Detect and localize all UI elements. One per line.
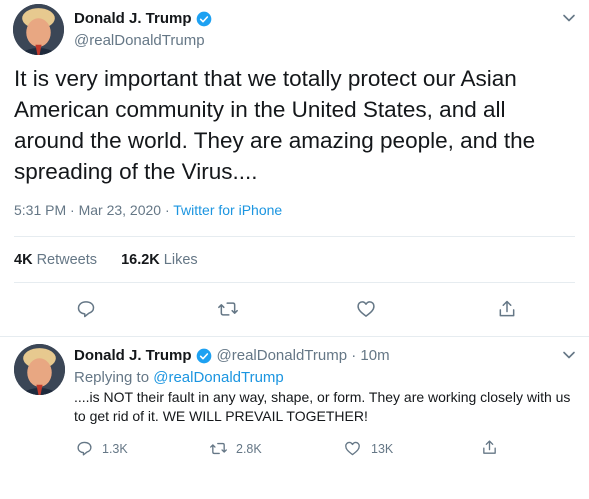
avatar[interactable] (14, 344, 65, 395)
display-name[interactable]: Donald J. Trump (74, 10, 192, 27)
tweet-text: It is very important that we totally pro… (14, 66, 536, 184)
like-icon (345, 441, 360, 456)
replying-prefix: Replying to (74, 369, 154, 386)
chevron-down-icon[interactable] (562, 11, 576, 25)
retweets-label[interactable]: Retweets (37, 252, 97, 268)
source-link[interactable]: Twitter for iPhone (173, 202, 282, 218)
verified-badge-icon (196, 11, 212, 27)
like-button[interactable] (356, 299, 376, 319)
engagement-stats: 4K Retweets 16.2K Likes (14, 252, 218, 268)
retweets-count[interactable]: 4K (14, 252, 33, 268)
reply-button[interactable]: 1.3K (76, 440, 128, 457)
handle-timestamp[interactable]: @realDonaldTrump · 10m (217, 347, 390, 364)
verified-badge-icon (196, 348, 212, 364)
likes-count[interactable]: 16.2K (121, 252, 160, 268)
divider (14, 282, 575, 283)
reply-icon (77, 301, 95, 318)
share-icon (483, 440, 496, 454)
likes-label[interactable]: Likes (164, 252, 198, 268)
main-tweet: Donald J. Trump @realDonaldTrump It is v… (0, 0, 589, 336)
share-icon (499, 300, 515, 317)
avatar[interactable] (13, 4, 64, 55)
reply-icon (77, 441, 92, 456)
divider (14, 236, 575, 237)
retweet-icon (210, 442, 227, 455)
reply-count: 1.3K (102, 441, 128, 456)
reply-text: ....is NOT their fault in any way, shape… (74, 389, 571, 424)
like-icon (357, 301, 375, 317)
reply-button[interactable] (76, 299, 96, 319)
author-row: Donald J. Trump (74, 10, 212, 27)
retweet-count: 2.8K (236, 441, 262, 456)
retweet-button[interactable]: 2.8K (209, 440, 262, 457)
like-count: 13K (371, 441, 394, 456)
replying-mention[interactable]: @realDonaldTrump (153, 369, 284, 386)
chevron-down-icon[interactable] (562, 348, 576, 362)
share-button[interactable] (481, 439, 498, 456)
like-button[interactable]: 13K (344, 440, 393, 457)
author-row: Donald J. Trump @realDonaldTrump · 10m (74, 347, 390, 364)
display-name[interactable]: Donald J. Trump (74, 347, 192, 364)
reply-tweet[interactable]: Donald J. Trump @realDonaldTrump · 10m R… (0, 337, 589, 499)
avatar-photo (14, 344, 65, 395)
replying-to: Replying to @realDonaldTrump (74, 369, 284, 386)
retweet-button[interactable] (217, 299, 239, 319)
retweet-icon (218, 302, 238, 316)
timestamp[interactable]: 5:31 PM · Mar 23, 2020 · (14, 202, 173, 218)
handle[interactable]: @realDonaldTrump (74, 32, 205, 49)
tweet-meta: 5:31 PM · Mar 23, 2020 · Twitter for iPh… (14, 202, 282, 218)
avatar-photo (13, 4, 64, 55)
share-button[interactable] (497, 299, 517, 319)
